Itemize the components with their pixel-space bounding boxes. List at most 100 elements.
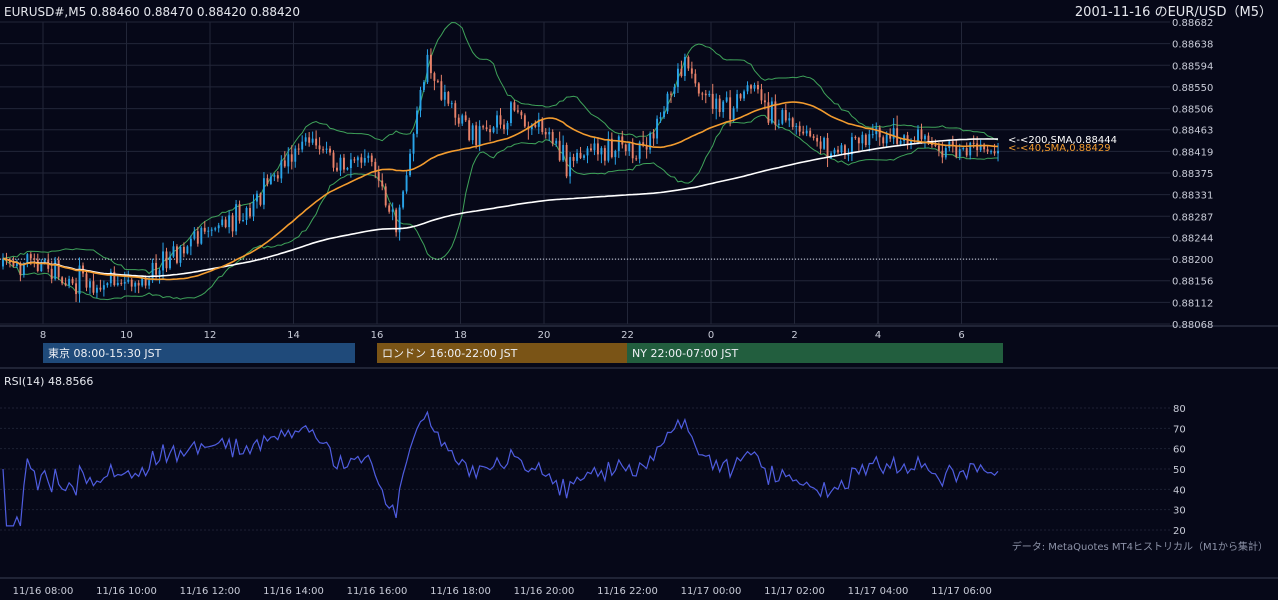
candle-bear	[767, 102, 770, 123]
candle-bull	[294, 148, 297, 162]
candle-bull	[402, 191, 405, 208]
candle-bull	[917, 129, 919, 142]
candle-bull	[958, 149, 961, 157]
chart-canvas: 0.886820.886380.885940.885500.885060.884…	[0, 0, 1278, 600]
candle-bull	[962, 148, 965, 150]
candle-bear	[332, 152, 335, 168]
price-tick-label: 0.88287	[1172, 212, 1213, 223]
candle-bear	[544, 131, 547, 135]
candle-bull	[676, 68, 679, 87]
candle-bear	[482, 126, 485, 128]
candle-bull	[235, 204, 238, 232]
sma40-label: <-<40,SMA,0.88429	[1008, 143, 1111, 154]
candle-bear	[857, 137, 860, 144]
candle-bull	[311, 138, 314, 143]
candle-bull	[304, 137, 307, 142]
candle-bear	[791, 118, 794, 127]
candle-bull	[405, 175, 408, 192]
candle-bear	[854, 137, 857, 139]
candle-bull	[788, 118, 791, 121]
candle-bear	[760, 89, 763, 101]
candle-bear	[579, 152, 582, 158]
candle-bull	[492, 127, 495, 133]
candle-bull	[95, 287, 98, 293]
candle-bull	[666, 93, 669, 112]
date-tick-label: 11/16 18:00	[430, 586, 491, 597]
candle-bear	[384, 186, 387, 206]
hour-tick-label: 0	[708, 330, 714, 341]
candle-bear	[436, 80, 439, 82]
candle-bear	[381, 180, 384, 187]
candle-bull	[443, 92, 446, 100]
candle-bull	[569, 157, 572, 177]
candle-bull	[823, 137, 826, 149]
candle-bull	[781, 110, 784, 124]
candle-bear	[802, 131, 805, 134]
candle-bear	[603, 148, 606, 161]
candle-bull	[450, 103, 453, 105]
candle-bull	[743, 91, 746, 99]
candle-bear	[812, 136, 815, 138]
session-bar-label: NY 22:00-07:00 JST	[632, 347, 739, 360]
candle-bull	[242, 220, 245, 222]
candle-bull	[944, 147, 947, 158]
candle-bear	[454, 103, 457, 118]
candle-bear	[621, 136, 624, 145]
candle-bear	[175, 246, 178, 263]
candle-bear	[934, 145, 937, 147]
candle-bear	[353, 159, 356, 161]
candle-bear	[816, 137, 819, 142]
candle-bear	[433, 73, 436, 81]
chart-background	[0, 0, 1278, 600]
candle-bull	[725, 97, 728, 102]
price-tick-label: 0.88375	[1172, 169, 1213, 180]
candle-bear	[429, 54, 432, 74]
candle-bull	[228, 215, 231, 228]
candle-bear	[203, 227, 206, 232]
candle-bear	[763, 100, 766, 103]
price-tick-label: 0.88200	[1172, 255, 1213, 266]
candle-bull	[997, 150, 999, 154]
price-tick-label: 0.88244	[1172, 233, 1213, 244]
price-tick-label: 0.88068	[1172, 320, 1213, 331]
session-bar: 東京 08:00-15:30 JST	[43, 343, 355, 363]
candle-bear	[137, 282, 140, 286]
candle-bull	[722, 101, 725, 113]
candle-bull	[134, 282, 137, 287]
hour-tick-label: 4	[875, 330, 881, 341]
candle-bear	[182, 246, 185, 254]
candle-bear	[336, 167, 338, 171]
candle-bull	[179, 246, 182, 263]
candle-bear	[12, 262, 15, 266]
candle-bear	[75, 283, 78, 295]
candle-bull	[68, 278, 71, 286]
candle-bull	[391, 209, 394, 212]
candle-bull	[683, 56, 686, 77]
candle-bear	[64, 283, 67, 286]
candle-bull	[663, 111, 665, 118]
chart-stage: 0.88682 0.88638 0.88594 0.88550 0.88506 0.884…	[0, 0, 1278, 600]
candle-bull	[367, 155, 370, 159]
price-tick-label: 0.88506	[1172, 105, 1213, 116]
candle-bull	[89, 281, 91, 288]
date-tick-label: 11/16 10:00	[96, 586, 157, 597]
candle-bear	[485, 127, 488, 130]
candle-bear	[864, 134, 867, 146]
candle-bear	[249, 207, 251, 217]
candle-bear	[283, 160, 286, 167]
candle-bear	[238, 204, 241, 221]
candle-bear	[927, 135, 930, 143]
candle-bull	[262, 178, 265, 205]
candle-bull	[583, 155, 585, 158]
candle-bear	[590, 148, 592, 151]
candle-bear	[718, 98, 721, 113]
rsi-tick-label: 30	[1173, 506, 1186, 517]
candle-bear	[809, 130, 812, 137]
chart-title: 2001-11-16 のEUR/USD（M5）	[1075, 5, 1272, 20]
candle-bull	[200, 227, 203, 244]
candle-bull	[871, 134, 874, 136]
candle-bull	[777, 123, 780, 125]
candle-bull	[471, 125, 474, 141]
candle-bull	[969, 142, 972, 156]
candle-bear	[516, 110, 519, 112]
